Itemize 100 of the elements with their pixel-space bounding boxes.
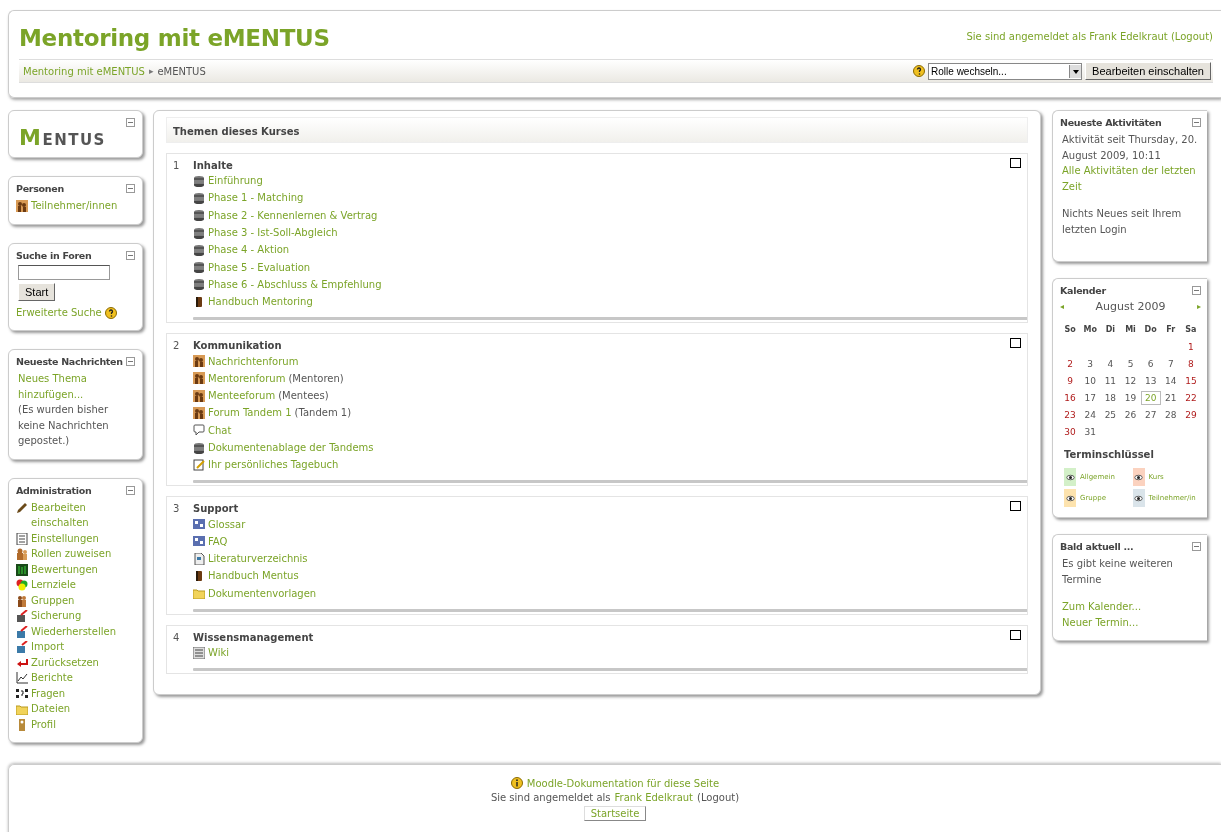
collapse-icon[interactable] [126, 250, 135, 260]
calendar-day[interactable]: 25 [1100, 408, 1121, 422]
role-select[interactable]: Rolle wechseln... [928, 62, 1083, 80]
calendar-day[interactable]: 4 [1100, 357, 1121, 371]
calendar-day[interactable]: 28 [1160, 408, 1181, 422]
calendar-day[interactable]: 31 [1080, 425, 1101, 439]
calendar-day[interactable]: 15 [1180, 374, 1201, 388]
sidebar-link[interactable]: Teilnehmer/innen [31, 198, 118, 214]
highlight-toggle-icon[interactable] [1010, 158, 1021, 168]
calendar-day[interactable]: 7 [1160, 357, 1181, 371]
logout-link[interactable]: (Logout) [697, 792, 740, 803]
activity-link[interactable]: Nachrichtenforum [208, 355, 299, 367]
activity-link[interactable]: Glossar [208, 518, 246, 530]
add-topic-link[interactable]: Neues Thema hinzufügen... [16, 371, 135, 402]
sidebar-link[interactable]: Import [31, 639, 65, 655]
calendar-day[interactable]: 21 [1160, 391, 1181, 405]
sidebar-link[interactable]: Bewertungen [31, 561, 98, 577]
calendar-link[interactable]: Zum Kalender... [1060, 599, 1201, 615]
activity-link[interactable]: Phase 6 - Abschluss & Empfehlung [208, 278, 382, 290]
documentation-link[interactable]: Moodle-Dokumentation für diese Seite [526, 777, 720, 789]
breadcrumb-item[interactable]: Mentoring mit eMENTUS [23, 65, 145, 77]
next-month-arrow[interactable]: ▸ [1197, 302, 1201, 313]
calendar-day[interactable]: 20 [1140, 391, 1161, 405]
collapse-icon[interactable] [126, 118, 135, 127]
activity-link[interactable]: Ihr persönliches Tagebuch [208, 459, 339, 471]
highlight-toggle-icon[interactable] [1010, 501, 1021, 512]
sidebar-link[interactable]: Lernziele [31, 577, 76, 593]
login-link[interactable]: Sie sind angemeldet als Frank Edelkraut (Logout) [966, 31, 1213, 42]
calendar-day[interactable]: 14 [1160, 374, 1181, 388]
calendar-day[interactable]: 5 [1120, 357, 1141, 371]
collapse-icon[interactable] [126, 357, 135, 366]
calendar-day[interactable]: 12 [1120, 374, 1141, 388]
activity-link[interactable]: Dokumentenablage der Tandems [208, 442, 374, 453]
start-button[interactable]: Start [18, 282, 56, 301]
activity-link[interactable]: Phase 2 - Kennenlernen & Vertrag [208, 209, 378, 221]
calendar-day[interactable]: 9 [1060, 374, 1081, 388]
highlight-toggle-icon[interactable] [1010, 629, 1021, 640]
calendar-day[interactable]: 23 [1060, 408, 1081, 422]
legend-swatch[interactable] [1132, 468, 1145, 486]
sidebar-link[interactable]: Sicherung [31, 608, 82, 624]
calendar-day[interactable]: 17 [1080, 391, 1101, 405]
calendar-day[interactable]: 16 [1060, 391, 1081, 405]
calendar-day[interactable]: 30 [1060, 425, 1081, 439]
calendar-day[interactable]: 22 [1180, 391, 1201, 405]
activity-link[interactable]: Phase 3 - Ist-Soll-Abgleich [208, 227, 338, 239]
activity-link[interactable]: Handbuch Mentoring [208, 296, 313, 308]
calendar-day[interactable]: 24 [1080, 408, 1101, 422]
collapse-icon[interactable] [126, 485, 135, 495]
calendar-day[interactable]: 1 [1180, 340, 1201, 354]
calendar-day[interactable]: 13 [1140, 374, 1161, 388]
edit-button[interactable]: Bearbeiten einschalten [1085, 62, 1211, 80]
legend-swatch[interactable] [1132, 489, 1145, 507]
legend-swatch[interactable] [1064, 489, 1076, 507]
collapse-icon[interactable] [1192, 118, 1201, 127]
highlight-toggle-icon[interactable] [1010, 338, 1021, 349]
calendar-day[interactable]: 11 [1100, 374, 1121, 388]
collapse-icon[interactable] [126, 184, 135, 193]
activity-link[interactable]: Menteeforum [208, 390, 276, 402]
calendar-day[interactable]: 6 [1140, 357, 1161, 371]
calendar-day[interactable]: 10 [1080, 374, 1101, 388]
activity-link[interactable]: Phase 5 - Evaluation [208, 261, 311, 273]
sidebar-link[interactable]: Rollen zuweisen [31, 546, 112, 562]
search-field[interactable] [18, 264, 110, 280]
sidebar-link[interactable]: Gruppen [31, 592, 75, 608]
sidebar-link[interactable]: Berichte [31, 670, 73, 686]
collapse-icon[interactable] [1192, 542, 1201, 551]
calendar-day[interactable]: 8 [1180, 357, 1201, 371]
previous-month-arrow[interactable]: ◂ [1060, 302, 1064, 313]
calendar-link[interactable]: Neuer Termin... [1060, 614, 1201, 630]
sidebar-link[interactable]: Profil [31, 716, 56, 732]
sidebar-link[interactable]: Dateien [31, 701, 71, 717]
activity-link[interactable]: Einführung [208, 175, 263, 187]
activity-link[interactable]: Handbuch Mentus [208, 570, 299, 582]
activity-link[interactable]: Literaturverzeichnis [208, 553, 308, 565]
calendar-day[interactable]: 2 [1060, 357, 1081, 371]
collapse-icon[interactable] [1192, 286, 1201, 295]
calendar-day[interactable]: 27 [1140, 408, 1161, 422]
calendar-day[interactable]: 19 [1120, 391, 1141, 405]
home-button[interactable]: Startseite [583, 806, 647, 821]
activity-link[interactable]: Forum Tandem 1 [208, 407, 292, 419]
sidebar-link[interactable]: Wiederherstellen [31, 623, 116, 639]
advanced-search-link[interactable]: Erweiterte Suche [16, 304, 102, 320]
all-activities-link[interactable]: Alle Aktivitäten der letzten Zeit [1060, 163, 1201, 194]
activity-link[interactable]: Mentorenforum [208, 372, 286, 384]
activity-link[interactable]: Phase 4 - Aktion [208, 244, 290, 256]
sidebar-link[interactable]: Bearbeiten einschalten [31, 499, 131, 531]
legend-swatch[interactable] [1064, 468, 1076, 486]
user-link[interactable]: Frank Edelkraut [614, 792, 694, 803]
activity-link[interactable]: Chat [208, 424, 232, 436]
calendar-day[interactable]: 3 [1080, 357, 1101, 371]
calendar-day[interactable]: 29 [1180, 408, 1201, 422]
sidebar-link[interactable]: Einstellungen [31, 530, 99, 546]
calendar-day[interactable]: 26 [1120, 408, 1141, 422]
activity-link[interactable]: Dokumentenvorlagen [208, 587, 317, 599]
sidebar-link[interactable]: Zurücksetzen [31, 654, 99, 670]
calendar-day[interactable]: 18 [1100, 391, 1121, 405]
sidebar-link[interactable]: Fragen [31, 685, 66, 701]
activity-link[interactable]: Phase 1 - Matching [208, 192, 304, 204]
activity-link[interactable]: Wiki [208, 647, 229, 659]
activity-link[interactable]: FAQ [208, 535, 228, 547]
